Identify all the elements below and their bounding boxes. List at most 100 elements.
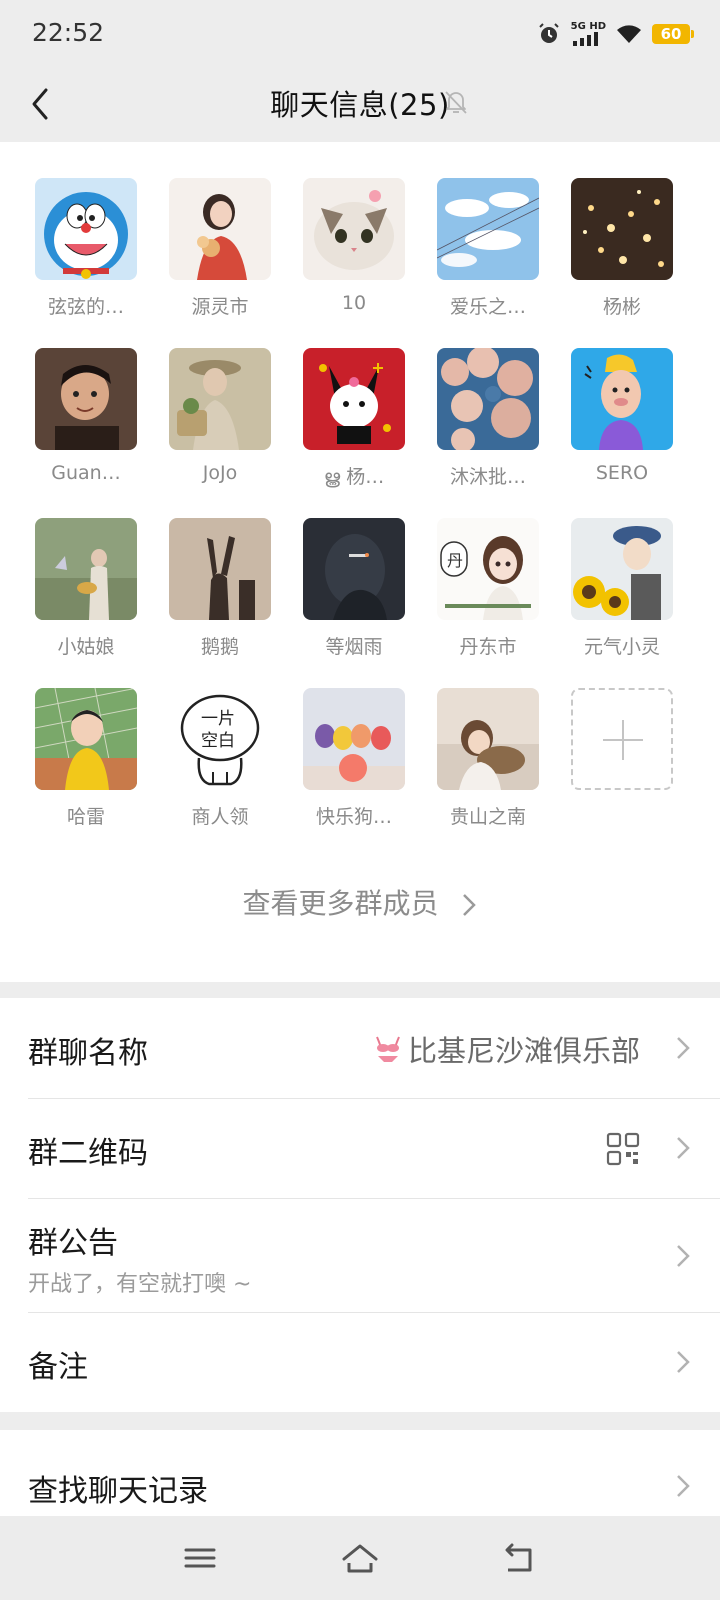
member-item[interactable]: 一片 空白 商人领 — [169, 688, 271, 829]
group-qr-label: 群二维码 — [28, 1136, 148, 1171]
member-item[interactable]: SERO — [571, 348, 673, 484]
plus-icon — [571, 688, 673, 790]
search-settings: 查找聊天记录 — [0, 1430, 720, 1516]
member-name: 哈雷 — [66, 806, 105, 828]
avatar — [169, 348, 271, 450]
avatar — [437, 688, 539, 790]
group-name-label: 群聊名称 — [28, 1036, 148, 1071]
back-icon[interactable] — [500, 1538, 540, 1578]
member-item[interactable]: 等烟雨 — [303, 518, 405, 659]
avatar — [571, 178, 673, 280]
member-name: 商人领 — [191, 806, 249, 828]
member-item[interactable]: 沐沐批… — [437, 348, 539, 489]
member-item[interactable]: 源灵市 — [169, 178, 271, 319]
member-name: 弦弦的… — [47, 296, 124, 318]
member-name: 贵山之南 — [449, 806, 526, 828]
member-item[interactable]: 哈雷 — [35, 688, 137, 829]
avatar — [35, 348, 137, 450]
member-name: SERO — [595, 462, 649, 484]
search-history-label: 查找聊天记录 — [28, 1474, 208, 1509]
avatar — [169, 518, 271, 620]
avatar — [35, 688, 137, 790]
home-icon[interactable] — [340, 1538, 380, 1578]
member-name: JoJo — [202, 462, 238, 484]
announcement-label: 群公告 — [28, 1226, 118, 1261]
member-name: 小姑娘 — [57, 636, 115, 658]
avatar: 丹 — [437, 518, 539, 620]
sketch-text-line: 一片 — [201, 709, 235, 729]
member-item[interactable]: ൠ 杨… — [303, 348, 405, 489]
group-qr-row[interactable]: 群二维码 — [0, 1098, 720, 1198]
alarm-icon — [538, 23, 559, 43]
avatar — [35, 178, 137, 280]
member-name: 源灵市 — [191, 296, 249, 318]
qr-code-icon — [606, 1132, 640, 1166]
group-announcement-row[interactable]: 群公告 开战了，有空就打噢 ~ — [0, 1198, 720, 1312]
chevron-right-icon — [677, 1137, 690, 1159]
chevron-right-icon — [677, 1475, 690, 1497]
avatar — [169, 178, 271, 280]
member-name: ൠ 杨… — [323, 466, 385, 488]
member-name: 沐沐批… — [449, 466, 526, 488]
member-name: Guan… — [51, 462, 121, 484]
chevron-right-icon — [677, 1037, 690, 1059]
bell-off-icon — [445, 91, 467, 114]
avatar — [35, 518, 137, 620]
member-name: 快乐狗… — [315, 806, 392, 828]
avatar: 一片 空白 — [169, 688, 271, 790]
bikini-icon — [376, 1036, 400, 1062]
chevron-right-icon — [677, 1245, 690, 1267]
view-more-label: 查看更多群成员 — [242, 887, 439, 920]
signal-icon: 5G HD — [571, 22, 606, 46]
menu-icon[interactable] — [180, 1538, 220, 1578]
member-item[interactable]: 元气小灵 — [571, 518, 673, 659]
avatar — [303, 348, 405, 450]
search-history-row[interactable]: 查找聊天记录 — [0, 1430, 720, 1516]
system-nav-bar — [0, 1516, 720, 1600]
member-item[interactable]: 快乐狗… — [303, 688, 405, 829]
svg-text:丹: 丹 — [447, 551, 463, 570]
member-item[interactable]: 弦弦的… — [35, 178, 137, 319]
avatar — [303, 688, 405, 790]
view-more-members-link[interactable]: 查看更多群成员 — [0, 882, 720, 922]
member-item[interactable]: 贵山之南 — [437, 688, 539, 829]
network-type: 5G HD — [570, 21, 606, 32]
remark-row[interactable]: 备注 — [0, 1312, 720, 1412]
member-item[interactable]: Guan… — [35, 348, 137, 484]
avatar — [303, 518, 405, 620]
avatar — [571, 348, 673, 450]
member-name: 鹅鹅 — [200, 636, 239, 658]
avatar — [437, 348, 539, 450]
group-name-value: 比基尼沙滩俱乐部 — [407, 1034, 640, 1068]
group-name-row[interactable]: 群聊名称 比基尼沙滩俱乐部 — [0, 998, 720, 1098]
chat-info-screen: 22:52 5G HD 60 聊天信息(25) 弦弦的… 源灵市 10 爱乐之…… — [0, 0, 720, 1600]
member-item[interactable]: JoJo — [169, 348, 271, 484]
announcement-text: 开战了，有空就打噢 ~ — [28, 1272, 252, 1297]
member-item[interactable]: 鹅鹅 — [169, 518, 271, 659]
status-icons: 5G HD 60 — [537, 20, 694, 48]
members-panel: 弦弦的… 源灵市 10 爱乐之… 杨彬 Guan… JoJo ൠ 杨… 沐沐批… SERO 小姑娘 鹅… — [0, 142, 720, 982]
avatar — [437, 178, 539, 280]
member-item[interactable]: 杨彬 — [571, 178, 673, 319]
nav-bar: 聊天信息(25) — [0, 68, 720, 142]
member-name: 等烟雨 — [325, 636, 383, 658]
member-name: 爱乐之… — [449, 296, 526, 318]
chevron-right-icon — [463, 894, 477, 916]
member-item[interactable]: 小姑娘 — [35, 518, 137, 659]
sketch-text-line: 空白 — [201, 731, 235, 751]
group-settings: 群聊名称 比基尼沙滩俱乐部 群二维码 群公告 开战了，有空就打噢 ~ 备注 — [0, 998, 720, 1412]
wifi-icon — [617, 25, 641, 43]
member-item[interactable]: 爱乐之… — [437, 178, 539, 319]
member-item[interactable]: 10 — [303, 178, 405, 314]
member-item[interactable]: 丹丹东市 — [437, 518, 539, 659]
status-time: 22:52 — [32, 18, 105, 47]
remark-label: 备注 — [28, 1350, 88, 1385]
chevron-right-icon — [677, 1351, 690, 1373]
member-name: 丹东市 — [459, 636, 517, 658]
status-bar: 22:52 5G HD 60 — [0, 0, 720, 68]
member-name: 元气小灵 — [583, 636, 660, 658]
battery-icon: 60 — [652, 24, 694, 44]
member-name: 杨彬 — [602, 296, 641, 318]
add-member-button[interactable] — [571, 688, 673, 790]
page-title: 聊天信息(25) — [270, 88, 450, 122]
